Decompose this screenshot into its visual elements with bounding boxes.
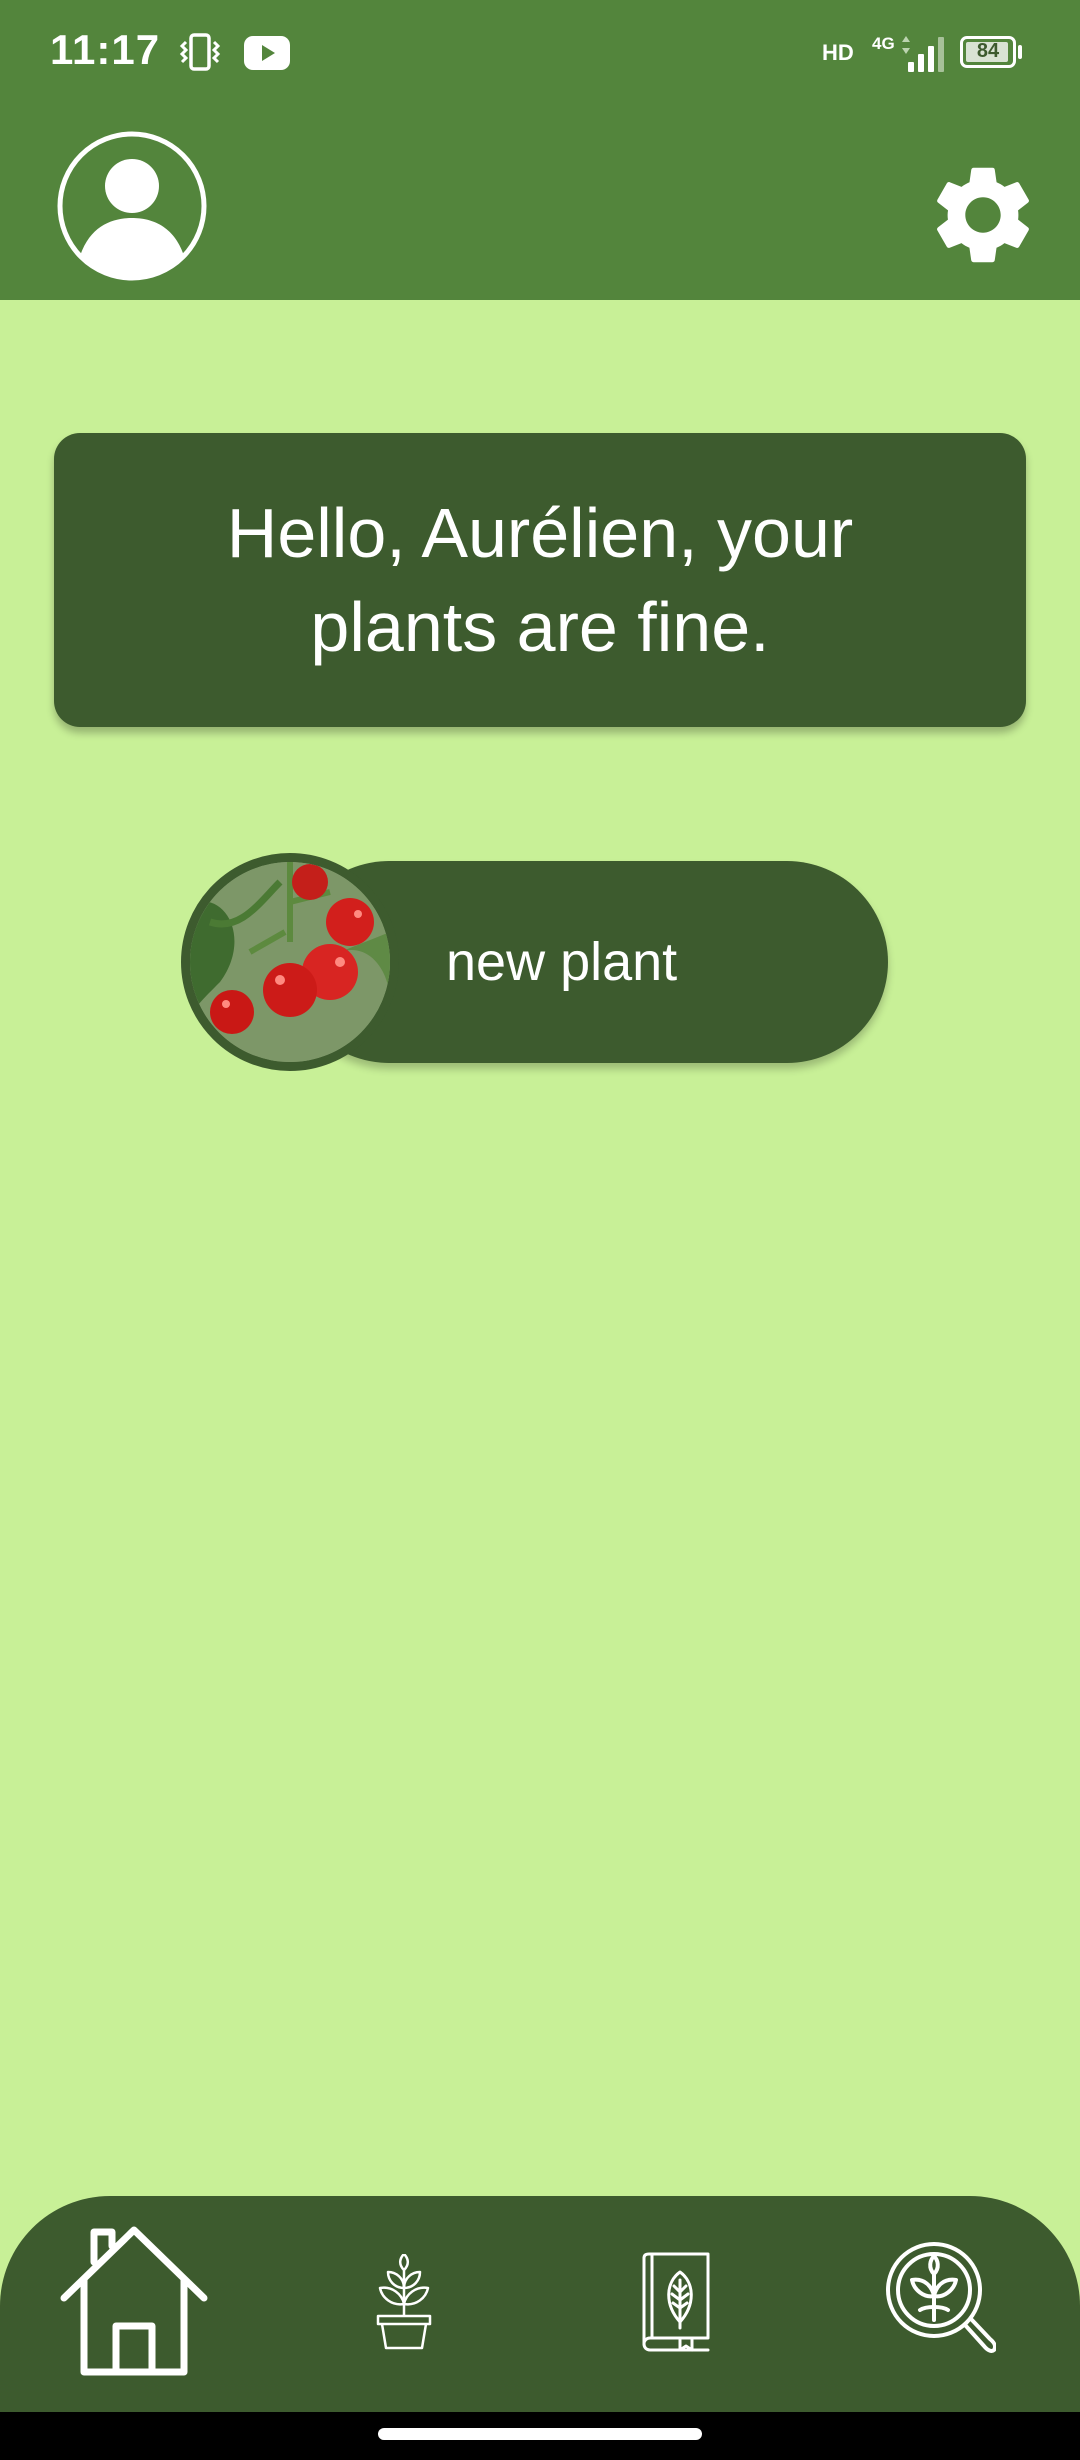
nav-home[interactable] [34, 2196, 234, 2412]
status-time: 11:17 [50, 26, 161, 73]
greeting-text: Hello, Aurélien, your plants are fine. [226, 494, 854, 666]
battery-level: 84 [976, 40, 1000, 62]
nav-plant-guide[interactable] [574, 2196, 774, 2412]
vibrate-icon [178, 32, 222, 77]
settings-gear-icon[interactable] [924, 156, 1042, 274]
plant-name: new plant [446, 932, 678, 992]
greeting-card: Hello, Aurélien, your plants are fine. [54, 433, 1026, 727]
home-indicator[interactable] [378, 2428, 702, 2440]
hd-indicator: HD [822, 40, 854, 65]
system-navigation-bar [0, 2412, 1080, 2460]
plant-book-icon [634, 2252, 714, 2357]
account-icon[interactable] [56, 130, 208, 282]
bottom-navigation [0, 2196, 1080, 2412]
potted-plant-icon [374, 2252, 434, 2355]
youtube-icon [244, 36, 290, 75]
tomato-plant-photo[interactable] [181, 853, 399, 1071]
battery-tip [1018, 45, 1022, 59]
app-bar [0, 110, 1080, 300]
signal-icon [900, 34, 948, 79]
nav-plants[interactable] [304, 2196, 504, 2412]
battery-icon: 84 [960, 36, 1016, 68]
plant-search-icon [884, 2240, 997, 2369]
nav-plant-search[interactable] [840, 2196, 1040, 2412]
status-bar: 11:17 HD 4G 84 [0, 0, 1080, 110]
home-icon [54, 2222, 214, 2387]
network-type: 4G [872, 34, 895, 53]
